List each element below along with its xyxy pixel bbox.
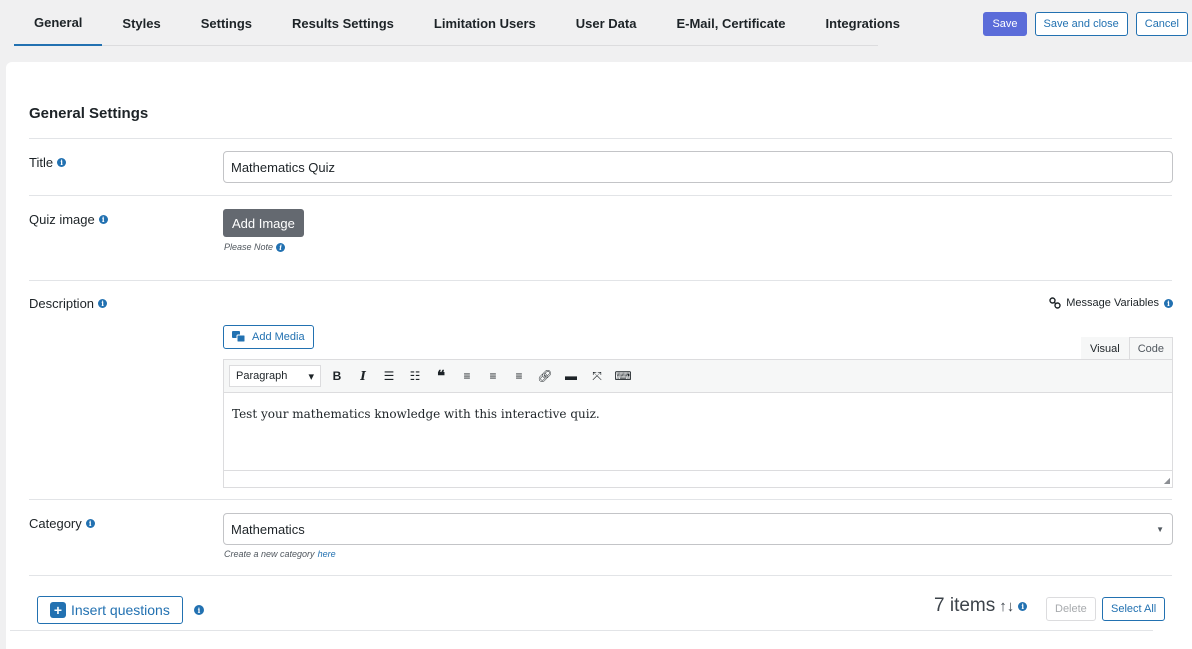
tab-styles[interactable]: Styles [102, 0, 180, 46]
category-value: Mathematics [231, 521, 305, 537]
category-select[interactable]: Mathematics ▼ [223, 513, 1173, 545]
chevron-down-icon: ▼ [1156, 524, 1164, 534]
divider [29, 280, 1172, 281]
category-label: Category [29, 516, 82, 531]
paragraph-format-select[interactable]: Paragraph ▾ [229, 365, 321, 387]
items-count: 7 items ↑↓ i [934, 595, 1028, 617]
editor-mode-tabs: Visual Code [1080, 337, 1173, 359]
info-icon[interactable]: i [276, 242, 286, 252]
add-image-button[interactable]: Add Image [223, 209, 304, 237]
editor-content[interactable]: Test your mathematics knowledge with thi… [224, 393, 1172, 471]
chevron-down-icon: ▾ [308, 370, 314, 383]
align-left-icon[interactable]: ≡ [455, 364, 479, 388]
description-label-row: Description i [29, 296, 108, 311]
items-count-text: 7 items [934, 595, 996, 616]
paragraph-format-label: Paragraph [236, 370, 288, 382]
info-icon[interactable]: i [98, 299, 108, 308]
create-category-note: Create a new category here [224, 549, 336, 559]
info-icon[interactable]: i [98, 215, 108, 224]
tab-results-settings[interactable]: Results Settings [272, 0, 414, 46]
message-variables-label: Message Variables [1066, 297, 1159, 309]
please-note-text: Please Note [224, 242, 274, 252]
link-icon[interactable]: 🔗︎ [533, 364, 557, 388]
info-icon[interactable]: i [85, 519, 95, 528]
select-all-button[interactable]: Select All [1102, 597, 1166, 621]
italic-icon[interactable]: I [351, 364, 375, 388]
tab-settings[interactable]: Settings [181, 0, 272, 46]
keyboard-icon[interactable]: ⌨ [611, 364, 635, 388]
blockquote-icon[interactable]: ❝ [429, 364, 453, 388]
save-and-close-button[interactable]: Save and close [1034, 12, 1128, 36]
resize-handle-icon[interactable]: ◢ [1164, 476, 1170, 485]
tab-code[interactable]: Code [1128, 337, 1173, 359]
tab-user-data[interactable]: User Data [556, 0, 657, 46]
cancel-button[interactable]: Cancel [1135, 12, 1188, 36]
tab-email-certificate[interactable]: E-Mail, Certificate [656, 0, 805, 46]
quiz-image-label: Quiz image [29, 212, 95, 227]
section-title: General Settings [29, 105, 149, 122]
media-icon [232, 331, 246, 343]
info-icon[interactable]: i [57, 158, 67, 167]
tab-general[interactable]: General [14, 0, 103, 46]
create-category-link[interactable]: here [318, 549, 336, 559]
general-settings-card: General Settings Title i Mathematics Qui… [6, 62, 1192, 649]
add-media-button[interactable]: Add Media [223, 325, 314, 349]
bold-icon[interactable]: B [325, 364, 349, 388]
message-variables[interactable]: Message Variables i [1049, 297, 1173, 309]
description-label: Description [29, 296, 95, 311]
category-label-row: Category i [29, 516, 95, 531]
settings-tabs: General Styles Settings Results Settings… [14, 0, 900, 46]
divider [29, 575, 1172, 576]
add-media-label: Add Media [252, 331, 305, 343]
quiz-image-label-row: Quiz image i [29, 212, 108, 227]
tab-visual[interactable]: Visual [1080, 337, 1129, 359]
link-icon [1049, 297, 1061, 309]
editor-toolbar: Paragraph ▾ B I ☰ ☷ ❝ ≡ ≡ ≡ 🔗︎ ▬ ⤧ ⌨ [224, 360, 1172, 393]
please-note: Please Note i [224, 242, 286, 252]
bullet-list-icon[interactable]: ☰ [377, 364, 401, 388]
info-icon[interactable]: i [194, 605, 204, 615]
fullscreen-icon[interactable]: ⤧ [585, 364, 609, 388]
divider [29, 499, 1172, 500]
divider [10, 630, 1153, 631]
title-label-row: Title i [29, 155, 67, 170]
align-right-icon[interactable]: ≡ [507, 364, 531, 388]
delete-button[interactable]: Delete [1046, 597, 1096, 621]
divider [29, 138, 1172, 139]
create-category-text: Create a new category [224, 549, 315, 559]
tab-integrations[interactable]: Integrations [806, 0, 920, 46]
title-label: Title [29, 155, 54, 170]
tab-limitation-users[interactable]: Limitation Users [414, 0, 556, 46]
insert-questions-label: Insert questions [71, 602, 170, 618]
sort-icon[interactable]: ↑↓ [999, 598, 1014, 615]
divider [29, 195, 1172, 196]
align-center-icon[interactable]: ≡ [481, 364, 505, 388]
read-more-icon[interactable]: ▬ [559, 364, 583, 388]
numbered-list-icon[interactable]: ☷ [403, 364, 427, 388]
top-actions: Save Save and close Cancel [983, 12, 1188, 36]
save-button[interactable]: Save [983, 12, 1027, 36]
info-icon[interactable]: i [1164, 298, 1173, 308]
info-icon[interactable]: i [1018, 601, 1028, 611]
description-editor: Paragraph ▾ B I ☰ ☷ ❝ ≡ ≡ ≡ 🔗︎ ▬ ⤧ ⌨ Tes… [223, 359, 1173, 488]
plus-icon: + [50, 602, 66, 618]
insert-questions-button[interactable]: + Insert questions [37, 596, 183, 624]
title-input[interactable]: Mathematics Quiz [223, 151, 1173, 183]
